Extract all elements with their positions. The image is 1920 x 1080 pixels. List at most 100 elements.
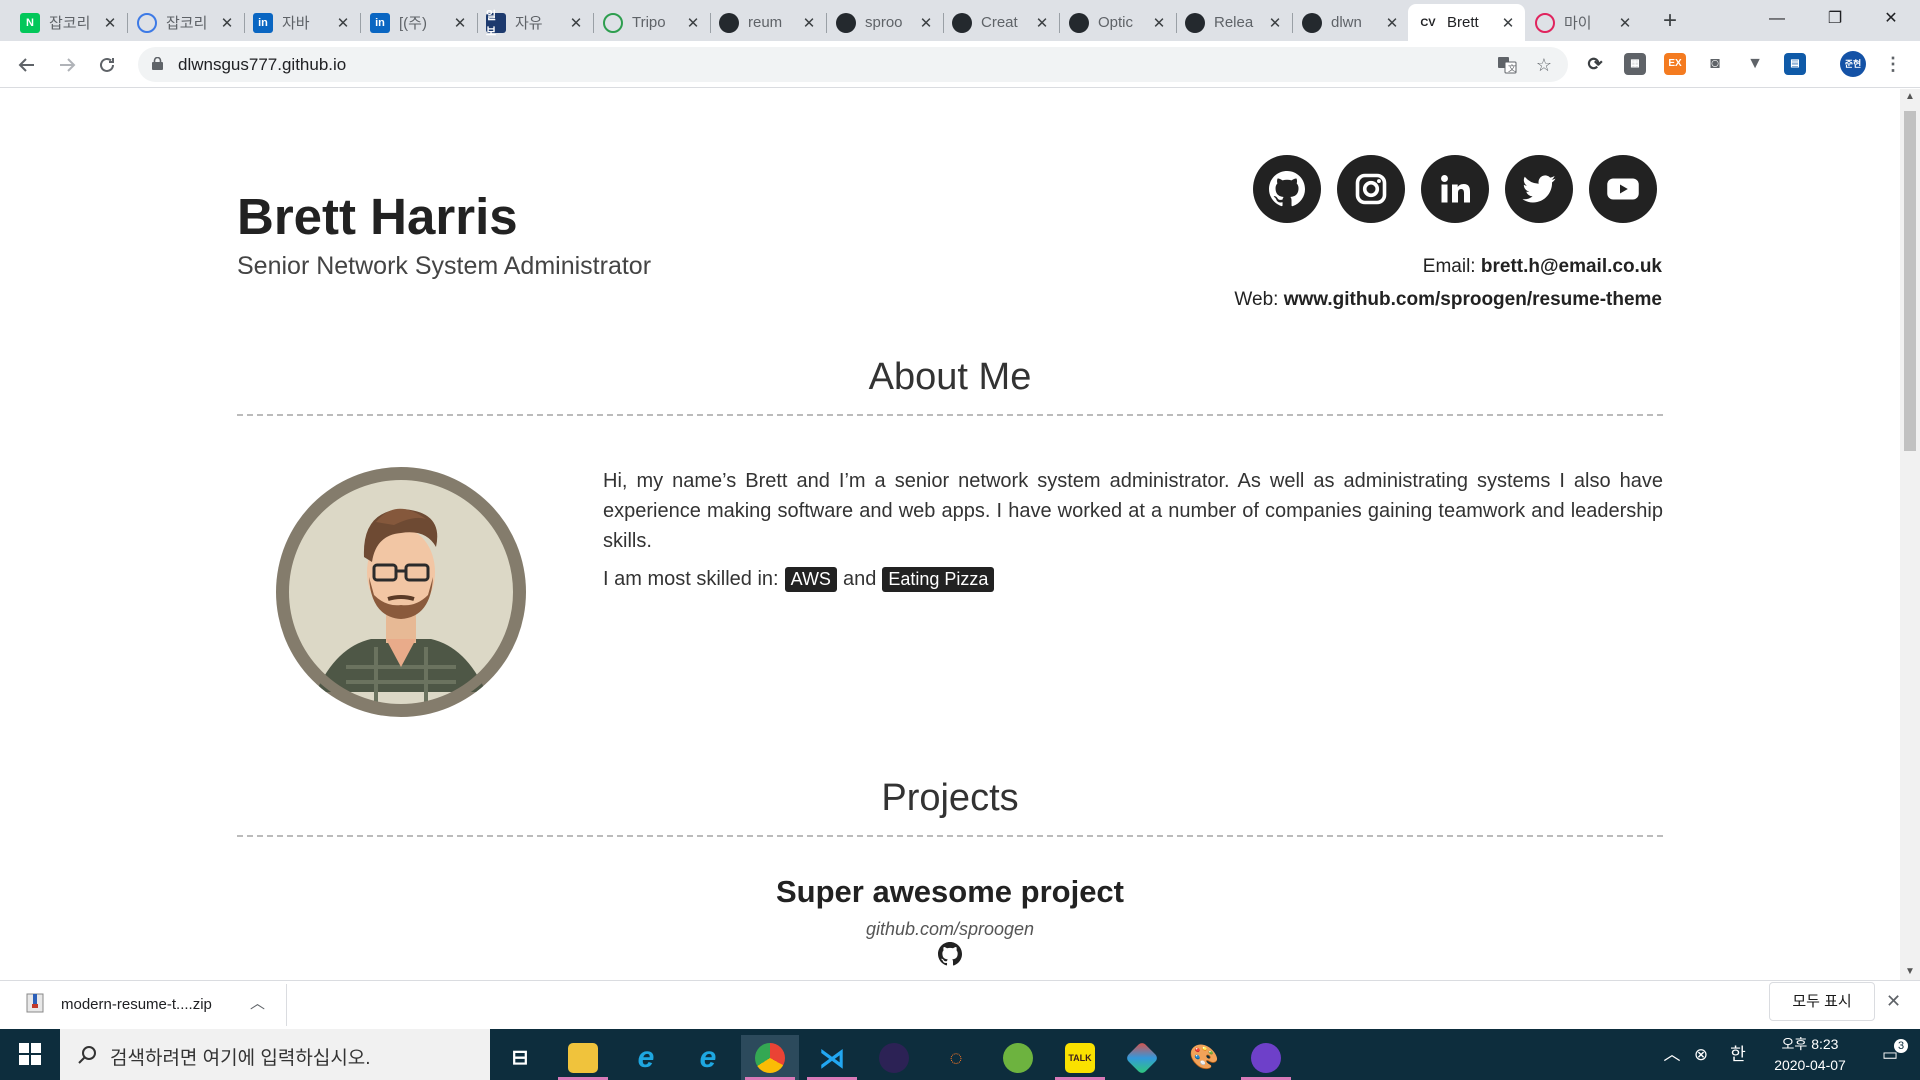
close-tab-icon[interactable]: ✕	[1150, 14, 1168, 32]
instagram-icon	[1355, 173, 1387, 205]
cv-icon: CV	[1420, 16, 1436, 29]
taskbar-spring[interactable]	[989, 1035, 1047, 1080]
notification-center-button[interactable]: ▭ 3	[1870, 1029, 1910, 1080]
taskbar-jupyter[interactable]: ◌	[927, 1035, 985, 1080]
browser-tab[interactable]: 잡코리 ✕	[127, 4, 244, 41]
browser-tab[interactable]: sproo ✕	[826, 4, 943, 41]
task-view-button[interactable]: ⊟	[491, 1035, 549, 1080]
show-all-downloads-button[interactable]: 모두 표시	[1769, 982, 1875, 1021]
close-tab-icon[interactable]: ✕	[451, 14, 469, 32]
download-file-name[interactable]: modern-resume-t....zip	[61, 996, 212, 1013]
email-value[interactable]: brett.h@email.co.uk	[1481, 256, 1662, 277]
browser-tab[interactable]: dlwn ✕	[1292, 4, 1409, 41]
close-tab-icon[interactable]: ✕	[1033, 14, 1051, 32]
maximize-button[interactable]: ❐	[1806, 0, 1864, 41]
github-icon	[952, 12, 972, 33]
close-tab-icon[interactable]: ✕	[567, 14, 585, 32]
chevron-up-icon[interactable]: ︿	[250, 992, 265, 1013]
resume-role: Senior Network System Administrator	[237, 252, 652, 280]
taskbar-ie-1[interactable]: e	[617, 1035, 675, 1080]
taskbar-paint[interactable]: 🎨	[1175, 1035, 1233, 1080]
browser-tab[interactable]: Optic ✕	[1059, 4, 1176, 41]
bank-extension-icon[interactable]: ▤	[1784, 53, 1806, 75]
youtube-link[interactable]	[1589, 155, 1657, 223]
twitter-link[interactable]	[1505, 155, 1573, 223]
taskbar-eclipse[interactable]	[865, 1035, 923, 1080]
github-icon	[1069, 12, 1089, 33]
vue-extension-icon[interactable]: ▼	[1744, 53, 1766, 75]
start-button[interactable]	[0, 1029, 60, 1080]
taskbar-sourcetree[interactable]	[1113, 1035, 1171, 1080]
tab-title: 잡코리	[166, 15, 208, 32]
menu-kebab-icon[interactable]: ⋮	[1882, 53, 1904, 75]
sync-extension-icon[interactable]: ⟳	[1584, 53, 1606, 75]
taskbar-kakaotalk[interactable]: TALK	[1051, 1035, 1109, 1080]
spring-icon	[1003, 1042, 1033, 1073]
folder-icon	[568, 1042, 598, 1073]
camera-extension-icon[interactable]: ◙	[1704, 53, 1726, 75]
instagram-link[interactable]	[1337, 155, 1405, 223]
close-tab-icon[interactable]: ✕	[684, 14, 702, 32]
ex-extension-icon[interactable]: EX	[1664, 53, 1686, 75]
close-tab-icon[interactable]: ✕	[101, 14, 119, 32]
close-tab-icon[interactable]: ✕	[1266, 14, 1284, 32]
system-clock[interactable]: 오후 8:23 2020-04-07	[1760, 1034, 1860, 1076]
browser-tab[interactable]: in [(주) ✕	[360, 4, 477, 41]
youtube-icon	[1607, 178, 1639, 200]
address-bar[interactable]: dlwnsgus777.github.io 文 ☆	[138, 47, 1568, 82]
tray-status-icon[interactable]: ⊗	[1688, 1029, 1714, 1080]
scroll-down-arrow[interactable]: ▼	[1900, 964, 1920, 980]
project-title: Super awesome project	[775, 874, 1124, 909]
translate-icon[interactable]: 文	[1496, 55, 1518, 75]
tray-chevron-up-icon[interactable]: ︿	[1660, 1029, 1684, 1080]
ime-indicator[interactable]: 한	[1724, 1029, 1752, 1080]
profile-avatar[interactable]: 준현	[1840, 51, 1866, 77]
taskbar-github-desktop[interactable]	[1237, 1035, 1295, 1080]
project-link[interactable]: github.com/sproogen	[237, 919, 1663, 940]
paint-palette-icon: 🎨	[1189, 1043, 1219, 1071]
close-icon[interactable]: ✕	[1886, 991, 1901, 1012]
close-tab-icon[interactable]: ✕	[917, 14, 935, 32]
close-window-button[interactable]: ✕	[1862, 0, 1920, 41]
scroll-thumb[interactable]	[1904, 111, 1916, 451]
github-icon	[1185, 12, 1205, 33]
taskbar-chrome[interactable]	[741, 1035, 799, 1080]
browser-tab[interactable]: in 자바 ✕	[243, 4, 360, 41]
browser-tab[interactable]: Relea ✕	[1175, 4, 1292, 41]
about-divider	[237, 414, 1663, 416]
close-tab-icon[interactable]: ✕	[218, 14, 236, 32]
back-button[interactable]	[12, 50, 42, 80]
forward-button[interactable]	[52, 50, 82, 80]
bookmark-star-icon[interactable]: ☆	[1533, 55, 1555, 75]
extension-icon[interactable]: ▦	[1624, 53, 1646, 75]
page-scrollbar[interactable]: ▲ ▼	[1900, 89, 1920, 980]
close-tab-icon[interactable]: ✕	[800, 14, 818, 32]
github-icon	[1302, 12, 1322, 33]
browser-tab[interactable]: reum ✕	[709, 4, 826, 41]
minimize-button[interactable]: —	[1748, 0, 1806, 41]
task-view-icon: ⊟	[511, 1046, 529, 1069]
web-value[interactable]: www.github.com/sproogen/resume-theme	[1284, 289, 1662, 310]
browser-tab[interactable]: 마이 ✕	[1525, 4, 1642, 41]
github-icon[interactable]	[938, 942, 962, 966]
taskbar-vscode[interactable]: ⋊	[803, 1035, 861, 1080]
linkedin-link[interactable]	[1421, 155, 1489, 223]
browser-tab[interactable]: Creat ✕	[942, 4, 1059, 41]
browser-tab[interactable]: CV Brett ✕	[1408, 4, 1525, 41]
taskbar-ie-2[interactable]: e	[679, 1035, 737, 1080]
browser-tab[interactable]: Tripo ✕	[593, 4, 710, 41]
url-text: dlwnsgus777.github.io	[178, 55, 347, 74]
reload-button[interactable]	[92, 50, 122, 80]
github-link[interactable]	[1253, 155, 1321, 223]
close-tab-icon[interactable]: ✕	[1383, 14, 1401, 32]
scroll-up-arrow[interactable]: ▲	[1900, 89, 1920, 105]
taskbar-search[interactable]: 검색하려면 여기에 입력하십시오.	[60, 1029, 490, 1080]
browser-tab[interactable]: 일보 자유 ✕	[476, 4, 593, 41]
new-tab-button[interactable]: +	[1656, 8, 1684, 36]
tab-strip: N 잡코리 ✕ 잡코리 ✕ in 자바 ✕ in [(주) ✕ 일보 자유 ✕ Tripo ✕ reum ✕ spr…	[0, 0, 1920, 41]
close-tab-icon[interactable]: ✕	[334, 14, 352, 32]
taskbar-file-explorer[interactable]	[554, 1035, 612, 1080]
browser-tab[interactable]: N 잡코리 ✕	[10, 4, 127, 41]
close-tab-icon[interactable]: ✕	[1616, 14, 1634, 32]
close-tab-icon[interactable]: ✕	[1499, 14, 1517, 32]
